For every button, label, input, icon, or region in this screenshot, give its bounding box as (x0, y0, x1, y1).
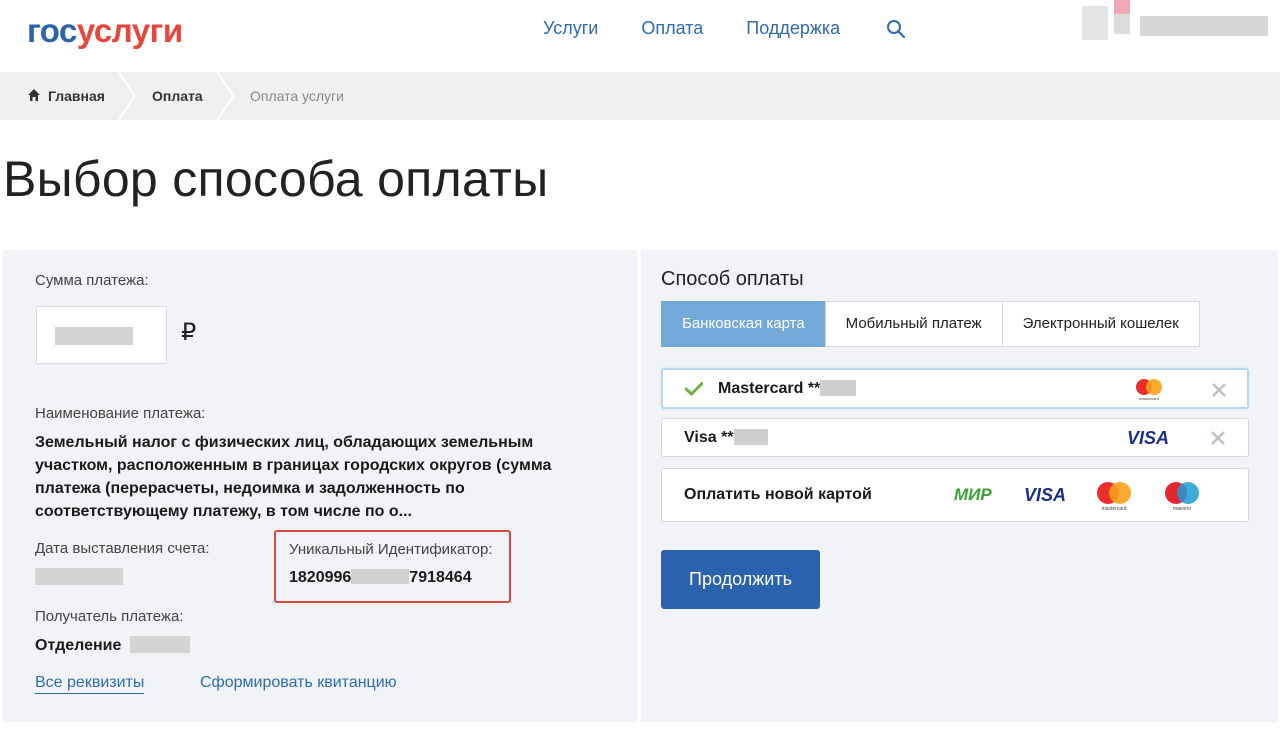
payment-details-panel: Сумма платежа: ₽ Наименование платежа: З… (3, 250, 637, 722)
mastercard-logo-icon: mastercard (1097, 482, 1131, 512)
saved-card-visa[interactable]: Visa ** VISA (661, 418, 1249, 457)
mastercard-logo-caption: mastercard (1101, 506, 1126, 512)
generate-receipt-link[interactable]: Сформировать квитанцию (200, 674, 397, 692)
invoice-date-label: Дата выставления счета: (35, 540, 210, 557)
payment-method-title: Способ оплаты (661, 268, 804, 290)
logo-part-gos: гос (27, 12, 77, 49)
close-icon[interactable] (1211, 431, 1225, 445)
tab-mobile-payment[interactable]: Мобильный платеж (824, 301, 1003, 347)
breadcrumb-separator-icon (216, 72, 234, 120)
saved-card-name: Visa ** (684, 429, 768, 447)
logo-part-uslugi: услуги (76, 12, 183, 49)
gosuslugi-logo[interactable]: госуслуги (27, 12, 183, 50)
continue-button[interactable]: Продолжить (661, 550, 820, 609)
breadcrumb-home[interactable]: Главная (48, 72, 105, 120)
breadcrumb-current: Оплата услуги (250, 88, 344, 104)
visa-logo-icon: VISA (1127, 428, 1170, 448)
payment-method-panel: Способ оплаты Банковская карта Мобильный… (641, 250, 1278, 722)
amount-label: Сумма платежа: (35, 272, 149, 289)
mastercard-logo-icon: mastercard (1136, 379, 1162, 401)
user-account-blurred[interactable] (1076, 0, 1276, 45)
uid-blurred-part (351, 569, 410, 584)
page-title: Выбор способа оплаты (3, 151, 549, 207)
maestro-logo-icon: maestro (1165, 482, 1199, 512)
uid-prefix: 1820996 (289, 569, 352, 586)
card-number-blurred (733, 429, 768, 445)
uid-suffix: 7918464 (409, 569, 472, 586)
unique-identifier-box: Уникальный Идентификатор: 1820996 7918464 (274, 530, 511, 603)
recipient-name: Отделение (35, 637, 122, 654)
saved-card-name: Mastercard ** (718, 380, 857, 398)
home-icon (28, 89, 40, 101)
card-number-blurred (820, 380, 857, 396)
ruble-sign: ₽ (181, 319, 197, 346)
main-nav: Услуги Оплата Поддержка (543, 18, 883, 39)
unique-identifier-value: 1820996 7918464 (289, 569, 472, 587)
payment-name-label: Наименование платежа: (35, 405, 206, 422)
search-icon[interactable] (886, 19, 906, 39)
site-header: госуслуги Услуги Оплата Поддержка (0, 0, 1280, 72)
mastercard-logo-caption: mastercard (1139, 396, 1159, 401)
close-icon[interactable] (1212, 383, 1226, 397)
visa-logo-icon: VISA (1024, 485, 1067, 505)
payment-name-value: Земельный налог с физических лиц, облада… (35, 434, 552, 520)
saved-card-label: Mastercard ** (718, 380, 821, 397)
new-card-label: Оплатить новой картой (684, 486, 872, 503)
payment-method-tabs: Банковская карта Мобильный платеж Электр… (661, 301, 1200, 347)
mir-logo-icon: МИР (954, 485, 992, 504)
new-card-option[interactable]: Оплатить новой картой МИР VISA mastercar… (661, 468, 1249, 522)
recipient-blurred (129, 636, 190, 653)
invoice-date-blurred (35, 568, 123, 585)
maestro-logo-caption: maestro (1173, 506, 1191, 512)
nav-item-services[interactable]: Услуги (543, 18, 598, 39)
amount-field[interactable] (36, 306, 167, 364)
recipient-label: Получатель платежа: (35, 608, 184, 625)
tab-e-wallet[interactable]: Электронный кошелек (1001, 301, 1200, 347)
saved-card-mastercard[interactable]: Mastercard ** mastercard (661, 368, 1249, 409)
amount-value-blurred (55, 327, 133, 345)
all-details-link[interactable]: Все реквизиты (35, 674, 145, 694)
nav-item-payment[interactable]: Оплата (641, 18, 703, 39)
breadcrumb-payment[interactable]: Оплата (152, 72, 203, 120)
tab-bank-card[interactable]: Банковская карта (661, 301, 826, 347)
checkmark-icon (685, 382, 703, 396)
unique-identifier-label: Уникальный Идентификатор: (289, 541, 493, 558)
saved-card-label: Visa ** (684, 429, 734, 446)
nav-item-support[interactable]: Поддержка (746, 18, 840, 39)
breadcrumb: Главная Оплата Оплата услуги (0, 72, 1280, 120)
breadcrumb-separator-icon (118, 72, 136, 120)
recipient-value: Отделение (35, 636, 190, 655)
